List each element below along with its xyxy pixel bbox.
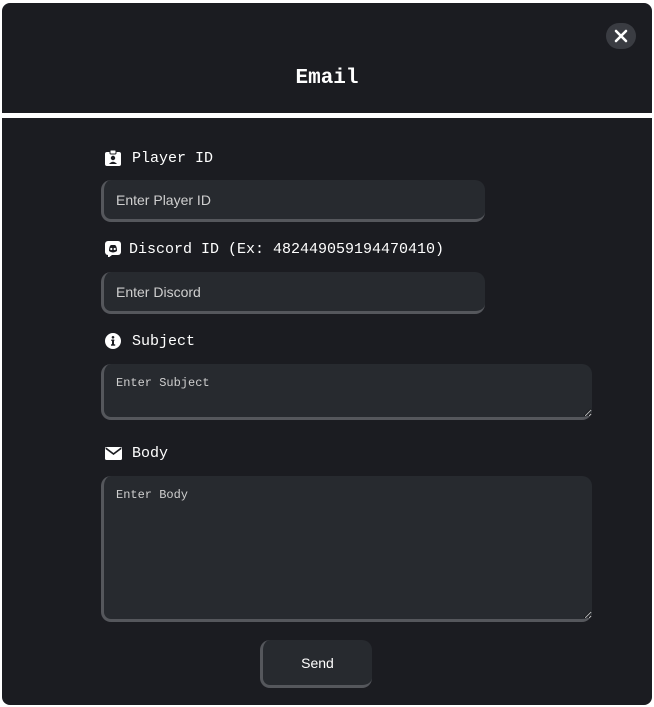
discord-icon — [104, 240, 122, 258]
email-modal: Email Player ID Discord ID (Ex: 4824490 — [2, 3, 652, 705]
modal-title: Email — [295, 67, 359, 90]
title-divider — [2, 113, 652, 118]
send-button[interactable]: Send — [260, 640, 372, 688]
player-id-input[interactable] — [101, 180, 485, 222]
subject-textarea[interactable] — [101, 364, 592, 420]
body-textarea[interactable] — [101, 476, 592, 622]
close-button[interactable] — [606, 23, 636, 49]
body-label-text: Body — [132, 444, 169, 462]
body-label: Body — [104, 444, 168, 462]
envelope-icon — [104, 444, 122, 462]
info-circle-icon — [104, 332, 122, 350]
discord-id-input[interactable] — [101, 272, 485, 314]
id-badge-icon — [104, 149, 122, 167]
subject-label: Subject — [104, 332, 195, 350]
player-id-label-text: Player ID — [132, 149, 214, 167]
close-icon — [614, 29, 628, 43]
subject-label-text: Subject — [132, 332, 196, 350]
discord-id-label: Discord ID (Ex: 482449059194470410) — [104, 240, 444, 258]
discord-id-label-text: Discord ID (Ex: 482449059194470410) — [129, 240, 445, 258]
player-id-label: Player ID — [104, 149, 213, 167]
